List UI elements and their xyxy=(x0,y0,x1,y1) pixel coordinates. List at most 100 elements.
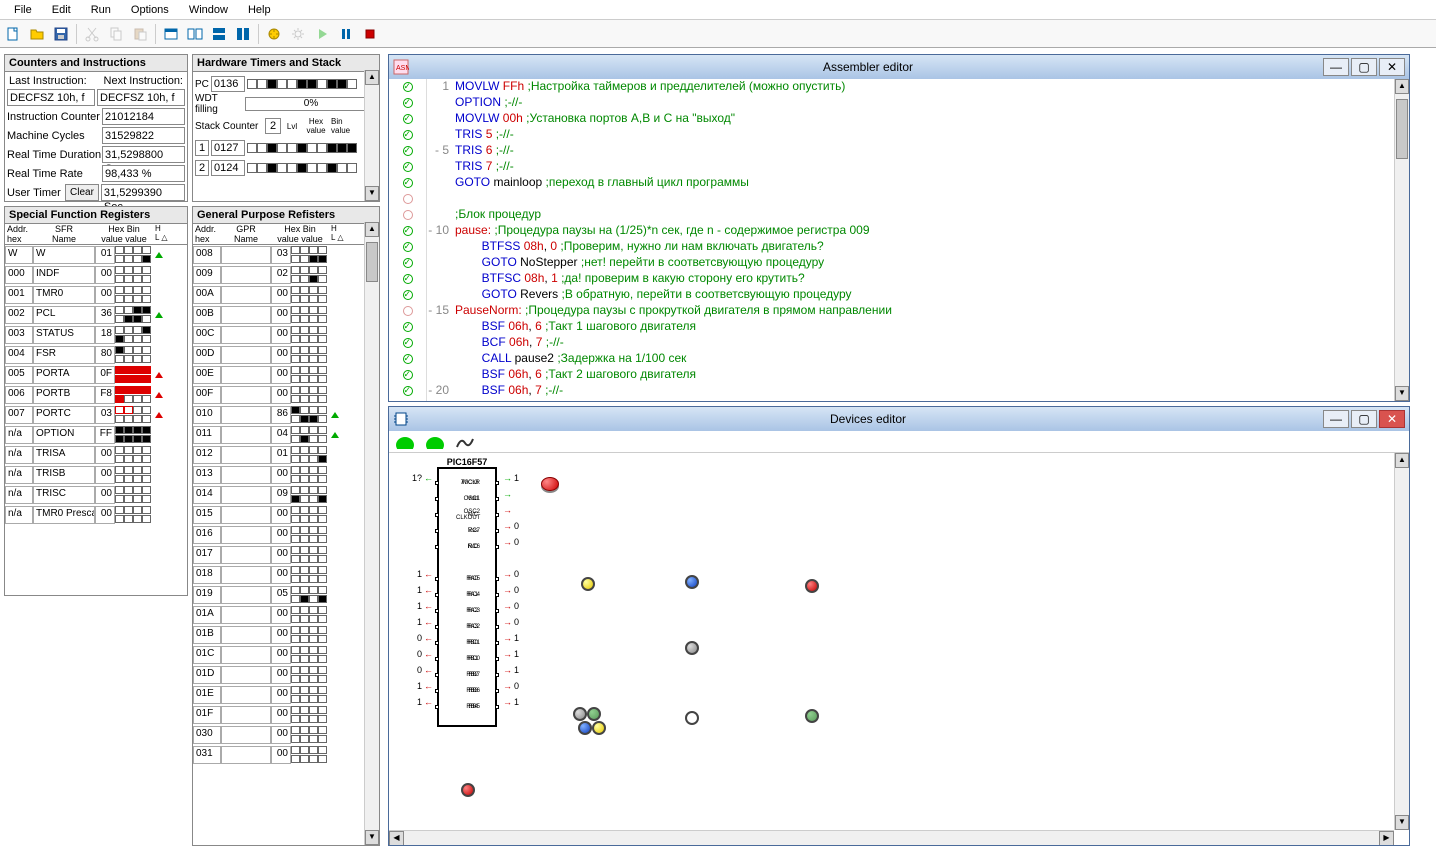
maximize-button[interactable]: ▢ xyxy=(1351,410,1377,428)
sc-value: 2 xyxy=(265,118,281,134)
asm-line-numbers: 1- 5- 10- 15- 20 xyxy=(427,79,455,401)
reg-row: n/aTRISA00 xyxy=(5,445,187,465)
open-file-icon[interactable] xyxy=(26,23,48,45)
pc-value: 0136 xyxy=(211,76,245,92)
menu-help[interactable]: Help xyxy=(238,2,281,18)
devices-editor-window: Devices editor — ▢ ✕ PIC16F57 T0CKIVddN/… xyxy=(388,406,1410,846)
gpr-title: General Purpose Refisters xyxy=(193,207,379,224)
assembler-editor-window: ASM Assembler editor — ▢ ✕ 1- 5- 10- 15-… xyxy=(388,54,1410,402)
minimize-button[interactable]: — xyxy=(1323,58,1349,76)
led-gray[interactable] xyxy=(573,707,587,721)
sc-label: Stack Counter xyxy=(195,121,263,132)
dev-tool-2[interactable] xyxy=(421,433,449,451)
led-blue[interactable] xyxy=(578,721,592,735)
reg-row: WW01 xyxy=(5,245,187,265)
paste-icon[interactable] xyxy=(129,23,151,45)
push-button[interactable] xyxy=(541,477,559,491)
compile-icon[interactable] xyxy=(263,23,285,45)
close-button[interactable]: ✕ xyxy=(1379,410,1405,428)
led-grn2[interactable] xyxy=(805,709,819,723)
pause-icon[interactable] xyxy=(335,23,357,45)
new-file-icon[interactable] xyxy=(2,23,24,45)
reg-row: 007PORTC03 xyxy=(5,405,187,425)
reg-row: 03000 xyxy=(193,725,379,745)
led-blue[interactable] xyxy=(685,575,699,589)
dev-canvas[interactable]: PIC16F57 T0CKIVddN/CVssN/CRA0RA1RA2RA3RB… xyxy=(389,453,1409,845)
sfr-panel: Special Function Registers Addr. hexSFR … xyxy=(4,206,188,596)
stop-icon[interactable] xyxy=(359,23,381,45)
dev-scrollbar-h[interactable]: ◀▶ xyxy=(389,830,1394,845)
tile-h-icon[interactable] xyxy=(208,23,230,45)
menu-file[interactable]: File xyxy=(4,2,42,18)
menubar: File Edit Run Options Window Help xyxy=(0,0,1436,20)
reg-row: 01201 xyxy=(193,445,379,465)
asm-scrollbar[interactable]: ▲▼ xyxy=(1394,79,1409,401)
dev-title: Devices editor xyxy=(413,412,1323,426)
reg-row: 00A00 xyxy=(193,285,379,305)
toolbar xyxy=(0,20,1436,48)
reg-row: 00803 xyxy=(193,245,379,265)
led-yellow[interactable] xyxy=(592,721,606,735)
save-icon[interactable] xyxy=(50,23,72,45)
reg-row: 00902 xyxy=(193,265,379,285)
asm-title: Assembler editor xyxy=(413,60,1323,74)
reg-row: 00E00 xyxy=(193,365,379,385)
copy-icon[interactable] xyxy=(105,23,127,45)
menu-options[interactable]: Options xyxy=(121,2,179,18)
inst-counter-value: 21012184 xyxy=(102,108,185,125)
reg-row: 01B00 xyxy=(193,625,379,645)
reg-row: 01800 xyxy=(193,565,379,585)
reg-row: 01C00 xyxy=(193,645,379,665)
window1-icon[interactable] xyxy=(160,23,182,45)
cut-icon[interactable] xyxy=(81,23,103,45)
led-red[interactable] xyxy=(461,783,475,797)
reg-row: 01905 xyxy=(193,585,379,605)
asm-gutter[interactable] xyxy=(389,79,427,401)
dev-tool-1[interactable] xyxy=(391,433,419,451)
ut-label: User Timer xyxy=(7,187,65,199)
reg-row: 01D00 xyxy=(193,665,379,685)
reg-row: 01E00 xyxy=(193,685,379,705)
svg-text:ASM: ASM xyxy=(396,65,409,72)
window2-icon[interactable] xyxy=(184,23,206,45)
menu-edit[interactable]: Edit xyxy=(42,2,81,18)
reg-row: 004FSR80 xyxy=(5,345,187,365)
dev-tool-3[interactable] xyxy=(451,433,479,451)
tile-v-icon[interactable] xyxy=(232,23,254,45)
run-icon[interactable] xyxy=(311,23,333,45)
clear-button[interactable]: Clear xyxy=(65,184,99,201)
led-grn2[interactable] xyxy=(587,707,601,721)
counters-title: Counters and Instructions xyxy=(5,55,187,72)
led-white[interactable] xyxy=(685,711,699,725)
reg-row: 01104 xyxy=(193,425,379,445)
reg-row: 003STATUS18 xyxy=(5,325,187,345)
machine-cycles-label: Machine Cycles xyxy=(7,130,102,142)
reg-row: 000INDF00 xyxy=(5,265,187,285)
sfr-title: Special Function Registers xyxy=(5,207,187,224)
dev-scrollbar-v[interactable]: ▲▼ xyxy=(1394,453,1409,830)
wdt-label: WDT filling xyxy=(195,93,243,115)
reg-row: 01F00 xyxy=(193,705,379,725)
rtd-label: Real Time Duration xyxy=(7,149,102,161)
led-gray[interactable] xyxy=(685,641,699,655)
machine-cycles-value: 31529822 xyxy=(102,127,185,144)
reg-row: 01A00 xyxy=(193,605,379,625)
reg-row: 001TMR000 xyxy=(5,285,187,305)
maximize-button[interactable]: ▢ xyxy=(1351,58,1377,76)
settings-icon[interactable] xyxy=(287,23,309,45)
reg-row: 01409 xyxy=(193,485,379,505)
menu-run[interactable]: Run xyxy=(81,2,121,18)
menu-window[interactable]: Window xyxy=(179,2,238,18)
chip-pic16f57[interactable]: PIC16F57 T0CKIVddN/CVssN/CRA0RA1RA2RA3RB… xyxy=(437,467,497,727)
gpr-scrollbar[interactable]: ▲▼ xyxy=(364,222,379,845)
minimize-button[interactable]: — xyxy=(1323,410,1349,428)
asm-code[interactable]: MOVLW FFh ;Настройка таймеров и преддели… xyxy=(455,79,1409,401)
led-yellow[interactable] xyxy=(581,577,595,591)
rtd-value: 31,5298800 Sec xyxy=(102,146,185,163)
hwtimers-scrollbar[interactable]: ▲▼ xyxy=(364,70,379,201)
close-button[interactable]: ✕ xyxy=(1379,58,1405,76)
reg-row: n/aTMR0 Prescal00 xyxy=(5,505,187,525)
led-red[interactable] xyxy=(805,579,819,593)
reg-row: 006PORTBF8 xyxy=(5,385,187,405)
dev-icon xyxy=(393,411,409,427)
